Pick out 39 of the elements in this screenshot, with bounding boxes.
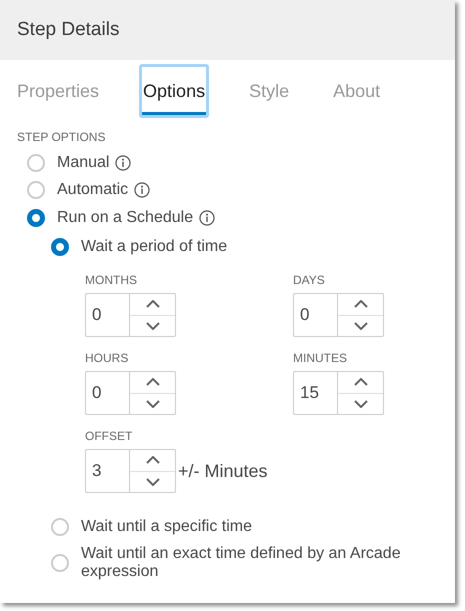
radio-button[interactable] xyxy=(27,154,45,172)
unit-label: +/- Minutes xyxy=(178,460,268,482)
option-label: Manual xyxy=(57,154,110,172)
option-label: Run on a Schedule xyxy=(57,208,194,227)
option-label: Wait until a specific time xyxy=(81,518,252,536)
chevron-up-icon xyxy=(146,378,160,386)
radio-button[interactable] xyxy=(51,554,69,572)
chevron-down-icon xyxy=(146,478,160,486)
field-label: MONTHS xyxy=(85,273,138,287)
chevron-up-icon xyxy=(146,300,160,308)
section-label: STEP OPTIONS xyxy=(17,130,106,144)
field-label: HOURS xyxy=(85,351,130,365)
radio-button[interactable] xyxy=(51,518,69,536)
radio-button[interactable] xyxy=(51,238,69,256)
field-label: DAYS xyxy=(293,273,326,287)
chevron-down-icon xyxy=(146,322,160,330)
info-icon[interactable] xyxy=(134,182,150,198)
number-field[interactable]: 3 xyxy=(85,449,129,493)
panel-title: Step Details xyxy=(17,19,120,41)
chevron-up-icon xyxy=(146,456,160,464)
radio-button[interactable] xyxy=(27,208,45,227)
chevron-down-icon xyxy=(354,400,368,408)
field-label: MINUTES xyxy=(293,351,348,365)
number-field[interactable]: 0 xyxy=(85,371,129,415)
field-label: OFFSET xyxy=(85,429,134,443)
chevron-up-icon xyxy=(354,300,368,308)
number-field[interactable]: 15 xyxy=(293,371,337,415)
radio-button[interactable] xyxy=(27,181,45,200)
number-field[interactable]: 0 xyxy=(293,293,337,337)
info-icon[interactable] xyxy=(199,210,216,226)
chevron-down-icon xyxy=(354,322,368,330)
chevron-down-icon xyxy=(146,400,160,408)
info-icon[interactable] xyxy=(115,154,132,171)
chevron-up-icon xyxy=(354,378,368,386)
number-field[interactable]: 0 xyxy=(85,293,129,337)
option-label: Automatic xyxy=(57,181,128,200)
tab[interactable]: Options xyxy=(139,64,210,118)
option-label: Wait until an exact time defined by an Arcade expression xyxy=(81,544,402,580)
option-label: Wait a period of time xyxy=(81,238,228,256)
